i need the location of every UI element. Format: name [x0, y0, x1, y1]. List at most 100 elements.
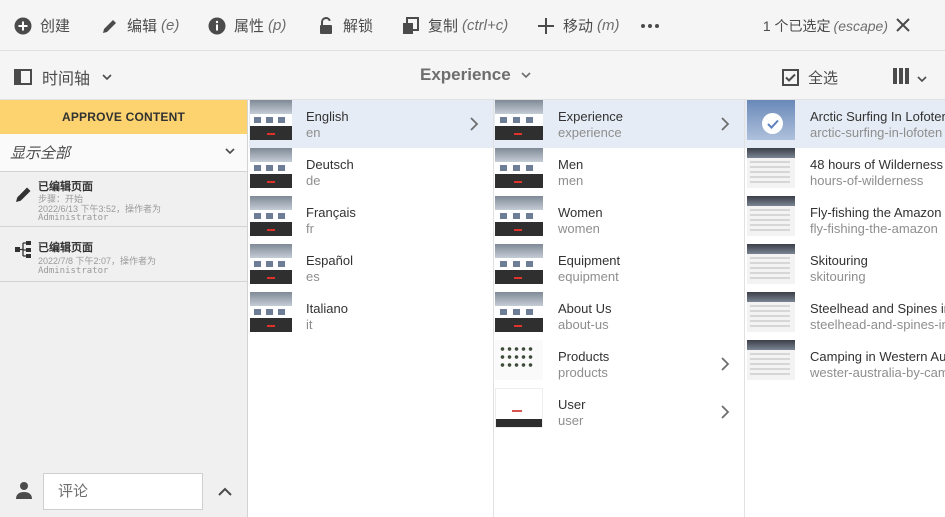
list-item[interactable]: Fly-fishing the Amazon fly-fishing-the-a… — [745, 196, 945, 244]
pencil-icon — [100, 16, 120, 36]
item-title: English — [306, 109, 349, 124]
rail-selector[interactable]: 时间轴 — [14, 65, 112, 89]
page-thumbnail — [495, 340, 543, 380]
timeline-event[interactable]: 已编辑页面 2022/7/8 下午2:07，操作者为 Administrator — [0, 227, 247, 282]
select-all-button[interactable]: 全选 — [782, 67, 838, 88]
item-title: Deutsch — [306, 157, 354, 172]
edit-shortcut: (e) — [161, 17, 180, 34]
page-thumbnail — [747, 196, 795, 236]
item-name: products — [558, 365, 608, 380]
column-articles: Arctic Surfing In Lofoten arctic-surfing… — [745, 100, 945, 517]
list-item[interactable]: Arctic Surfing In Lofoten arctic-surfing… — [745, 100, 945, 148]
more-actions-button[interactable] — [640, 0, 667, 51]
create-button[interactable]: 创建 — [13, 0, 70, 51]
list-item[interactable]: Experience experience — [494, 100, 744, 148]
move-shortcut: (m) — [597, 17, 620, 34]
item-title: Arctic Surfing In Lofoten — [810, 109, 945, 124]
list-item[interactable]: Steelhead and Spines in A steelhead-and-… — [745, 292, 945, 340]
more-icon — [640, 16, 660, 36]
list-item[interactable]: Español es — [249, 244, 493, 292]
page-thumbnail — [250, 244, 292, 284]
close-icon[interactable] — [895, 17, 911, 33]
list-item[interactable]: Men men — [494, 148, 744, 196]
approve-content-button[interactable]: APPROVE CONTENT — [0, 100, 247, 134]
item-name: men — [558, 173, 584, 188]
item-name: hours-of-wilderness — [810, 173, 924, 188]
item-title: Women — [558, 205, 603, 220]
item-title: 48 hours of Wilderness — [810, 157, 943, 172]
chevron-down-icon — [917, 75, 927, 82]
item-name: user — [558, 413, 584, 428]
breadcrumb[interactable]: Experience — [420, 65, 531, 85]
unlock-button[interactable]: 解锁 — [316, 0, 373, 51]
move-button[interactable]: 移动 (m) — [536, 0, 620, 51]
info-icon — [207, 16, 227, 36]
item-name: es — [306, 269, 320, 284]
list-item[interactable]: User user — [494, 388, 744, 436]
page-thumbnail — [250, 196, 292, 236]
page-thumbnail — [747, 244, 795, 284]
comment-area — [0, 473, 247, 517]
timeline-event[interactable]: 已编辑页面 步骤：开始 2022/6/13 下午3:52，操作者为 Admini… — [0, 172, 247, 227]
page-thumbnail — [495, 292, 543, 332]
item-name: wester-australia-by-camp — [810, 365, 945, 380]
item-title: Products — [558, 349, 610, 364]
selection-shortcut: (escape) — [833, 17, 888, 34]
edit-button[interactable]: 编辑 (e) — [100, 0, 179, 51]
item-name: about-us — [558, 317, 609, 332]
item-title: Español — [306, 253, 353, 268]
chevron-right-icon — [721, 357, 730, 371]
chevron-up-icon[interactable] — [216, 483, 234, 501]
list-item[interactable]: Equipment equipment — [494, 244, 744, 292]
list-item[interactable]: Camping in Western Austr wester-australi… — [745, 340, 945, 388]
item-name: skitouring — [810, 269, 866, 284]
list-item[interactable]: English en — [249, 100, 493, 148]
item-title: Camping in Western Austr — [810, 349, 945, 364]
move-icon — [536, 16, 556, 36]
list-item[interactable]: Français fr — [249, 196, 493, 244]
event-user: Administrator — [38, 213, 109, 223]
list-item[interactable]: Deutsch de — [249, 148, 493, 196]
item-name: women — [558, 221, 600, 236]
selection-count-label: 1 个已选定 — [762, 17, 831, 34]
unlock-label: 解锁 — [343, 18, 374, 35]
selection-count: 1 个已选定 (escape) — [763, 0, 888, 51]
copy-shortcut: (ctrl+c) — [462, 17, 509, 34]
item-title: Experience — [558, 109, 624, 124]
chevron-down-icon — [225, 148, 235, 154]
list-item[interactable]: About Us about-us — [494, 292, 744, 340]
item-title: Italiano — [306, 301, 348, 316]
item-name: it — [306, 317, 313, 332]
list-item[interactable]: Italiano it — [249, 292, 493, 340]
timeline-filter[interactable]: 显示全部 — [0, 134, 247, 172]
page-thumbnail — [747, 148, 795, 188]
event-user: Administrator — [38, 266, 109, 276]
list-item[interactable]: Women women — [494, 196, 744, 244]
filter-label: 显示全部 — [10, 145, 71, 162]
action-bar: 创建 编辑 (e) 属性 (p) 解锁 复制 (ctrl+c) 移动 (m) 1… — [0, 0, 945, 51]
view-switcher[interactable] — [893, 68, 927, 89]
page-thumbnail — [495, 148, 543, 188]
copy-icon — [401, 16, 421, 36]
chevron-right-icon — [721, 117, 730, 131]
list-item[interactable]: Products products — [494, 340, 744, 388]
item-name: fr — [306, 221, 314, 236]
item-name: equipment — [558, 269, 619, 284]
column-sections: Experience experience Men men Women wome… — [494, 100, 745, 517]
checkbox-icon — [782, 68, 800, 87]
move-label: 移动 — [563, 18, 594, 35]
properties-button[interactable]: 属性 (p) — [207, 0, 286, 51]
timeline-rail: APPROVE CONTENT 显示全部 已编辑页面 步骤：开始 2022/6/… — [0, 100, 248, 517]
chevron-down-icon — [102, 74, 112, 80]
list-item[interactable]: Skitouring skitouring — [745, 244, 945, 292]
column-view-icon — [893, 68, 909, 89]
item-title: About Us — [558, 301, 612, 316]
list-item[interactable]: 48 hours of Wilderness hours-of-wilderne… — [745, 148, 945, 196]
workflow-icon — [15, 241, 31, 258]
page-thumbnail — [747, 292, 795, 332]
pencil-icon — [16, 187, 31, 202]
item-name: en — [306, 125, 321, 140]
copy-button[interactable]: 复制 (ctrl+c) — [401, 0, 508, 51]
page-thumbnail — [495, 196, 543, 236]
comment-input[interactable] — [43, 473, 203, 510]
